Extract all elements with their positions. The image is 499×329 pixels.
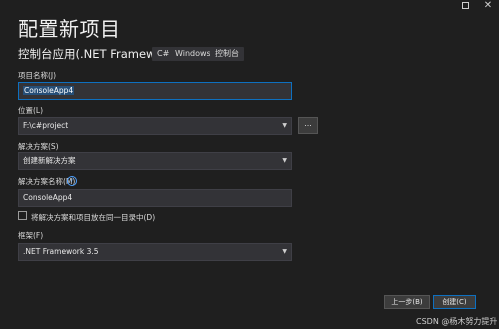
tag-type: 控制台 (210, 47, 244, 61)
framework-value: .NET Framework 3.5 (23, 247, 99, 256)
back-button[interactable]: 上一步(B) (384, 295, 430, 309)
project-name-input[interactable]: ConsoleApp4 (18, 82, 292, 100)
chevron-down-icon: ▼ (282, 122, 287, 129)
tag-platform: Windows (170, 47, 216, 61)
solution-dropdown[interactable]: 创建新解决方案 ▼ (18, 152, 292, 170)
framework-dropdown[interactable]: .NET Framework 3.5 ▼ (18, 243, 292, 261)
maximize-icon[interactable] (458, 0, 472, 10)
project-name-label: 项目名称(J) (18, 71, 57, 80)
solution-label: 解决方案(S) (18, 142, 59, 151)
chevron-down-icon: ▼ (282, 157, 287, 164)
same-dir-label: 将解决方案和项目放在同一目录中(D) (31, 213, 156, 222)
watermark: CSDN @杨木努力提升 (416, 317, 498, 326)
solution-value: 创建新解决方案 (23, 156, 76, 165)
location-combobox[interactable]: F:\c#project ▼ (18, 117, 292, 135)
page-title: 配置新项目 (18, 17, 121, 41)
solution-name-input[interactable]: ConsoleApp4 (18, 189, 292, 207)
create-button[interactable]: 创建(C) (433, 295, 476, 309)
framework-label: 框架(F) (18, 231, 44, 240)
info-icon[interactable]: i (67, 176, 77, 186)
location-value: F:\c#project (23, 121, 69, 130)
solution-name-value: ConsoleApp4 (23, 193, 73, 202)
location-label: 位置(L) (18, 106, 44, 115)
project-name-value: ConsoleApp4 (23, 86, 75, 95)
same-dir-checkbox[interactable] (18, 211, 27, 220)
chevron-down-icon: ▼ (282, 248, 287, 255)
close-icon[interactable]: ✕ (481, 0, 495, 11)
browse-button[interactable]: ... (298, 117, 318, 134)
